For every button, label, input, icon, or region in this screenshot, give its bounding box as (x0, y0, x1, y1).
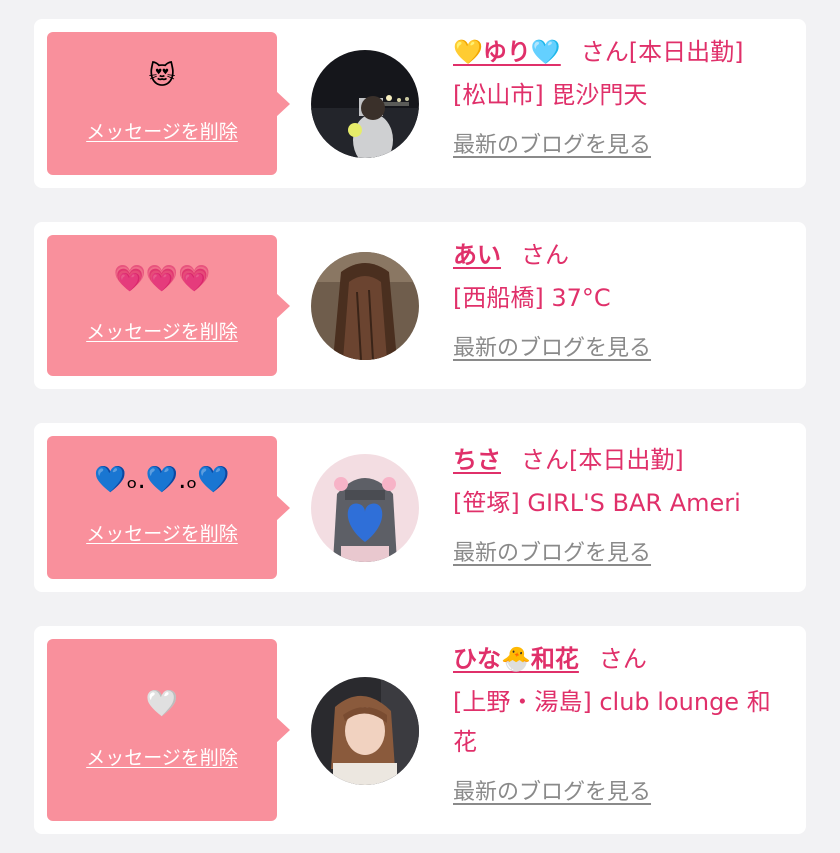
delete-message-link[interactable]: メッセージを削除 (47, 317, 277, 344)
message-bubble: 😻 メッセージを削除 (47, 32, 290, 175)
avatar[interactable] (311, 50, 419, 158)
heart-face-avatar (311, 454, 419, 562)
shop-text: [笹塚] GIRL'S BAR Ameri (453, 489, 741, 517)
list-item: 💙ₒ.💙.ₒ💙 メッセージを削除 ちさ さん[本日出勤] [笹塚] GIRL'S … (34, 423, 806, 592)
message-bubble: 💙ₒ.💙.ₒ💙 メッセージを削除 (47, 436, 290, 579)
avatar[interactable] (311, 252, 419, 360)
name-row: ちさ さん[本日出勤] (453, 443, 792, 477)
long-hair-avatar (311, 252, 419, 360)
delete-message-link[interactable]: メッセージを削除 (47, 519, 277, 546)
night-photo-avatar (311, 50, 419, 158)
cast-name-link[interactable]: あい (453, 241, 501, 269)
honorific: さん (580, 38, 629, 66)
shop-text: [上野・湯島] club lounge 和花 (453, 688, 771, 756)
shop-text: [松山市] 毘沙門天 (453, 81, 648, 109)
cast-name-link[interactable]: ひな🐣和花 (453, 645, 579, 673)
latest-blog-link[interactable]: 最新のブログを見る (453, 330, 792, 362)
message-bubble: 💗💗💗 メッセージを削除 (47, 235, 290, 376)
delete-message-link[interactable]: メッセージを削除 (47, 117, 277, 144)
status-text: [本日出勤] (569, 446, 684, 474)
delete-message-link[interactable]: メッセージを削除 (47, 743, 277, 770)
profile-info: ちさ さん[本日出勤] [笹塚] GIRL'S BAR Ameri 最新のブログを… (453, 443, 792, 567)
stamp-emoji: 💗💗💗 (113, 264, 211, 294)
cast-name-link[interactable]: ちさ (453, 446, 501, 474)
profile-info: ひな🐣和花 さん [上野・湯島] club lounge 和花 最新のブログを見る (453, 642, 792, 806)
stamp-emoji: 😻 (148, 61, 176, 91)
list-item: 😻 メッセージを削除 💛ゆり🩵 さん[本日出勤] [松山市] 毘沙門天 最新のブ… (34, 19, 806, 188)
latest-blog-link[interactable]: 最新のブログを見る (453, 127, 792, 159)
latest-blog-link[interactable]: 最新のブログを見る (453, 535, 792, 567)
stamp-emoji: 💙ₒ.💙.ₒ💙 (94, 465, 230, 495)
honorific: さん (521, 446, 569, 474)
portrait-avatar (311, 677, 419, 785)
honorific: さん (521, 241, 569, 269)
honorific: さん (598, 645, 647, 673)
name-row: あい さん (453, 238, 792, 272)
avatar[interactable] (311, 677, 419, 785)
profile-info: あい さん [西船橋] 37°C 最新のブログを見る (453, 238, 792, 362)
status-text: [本日出勤] (628, 38, 744, 66)
name-row: 💛ゆり🩵 さん[本日出勤] (453, 35, 792, 69)
cast-name-link[interactable]: 💛ゆり🩵 (453, 38, 561, 66)
stamp-emoji: 🤍 (145, 689, 179, 719)
message-list: 😻 メッセージを削除 💛ゆり🩵 さん[本日出勤] [松山市] 毘沙門天 最新のブ… (0, 0, 840, 853)
name-row: ひな🐣和花 さん (453, 642, 792, 676)
message-bubble: 🤍 メッセージを削除 (47, 639, 290, 821)
list-item: 💗💗💗 メッセージを削除 あい さん [西船橋] 37°C 最新のブログを見る (34, 222, 806, 389)
profile-info: 💛ゆり🩵 さん[本日出勤] [松山市] 毘沙門天 最新のブログを見る (453, 35, 792, 159)
avatar[interactable] (311, 454, 419, 562)
list-item: 🤍 メッセージを削除 ひな🐣和花 さん [上野・湯島] club lounge 和… (34, 626, 806, 834)
shop-text: [西船橋] 37°C (453, 284, 611, 312)
latest-blog-link[interactable]: 最新のブログを見る (453, 774, 792, 806)
